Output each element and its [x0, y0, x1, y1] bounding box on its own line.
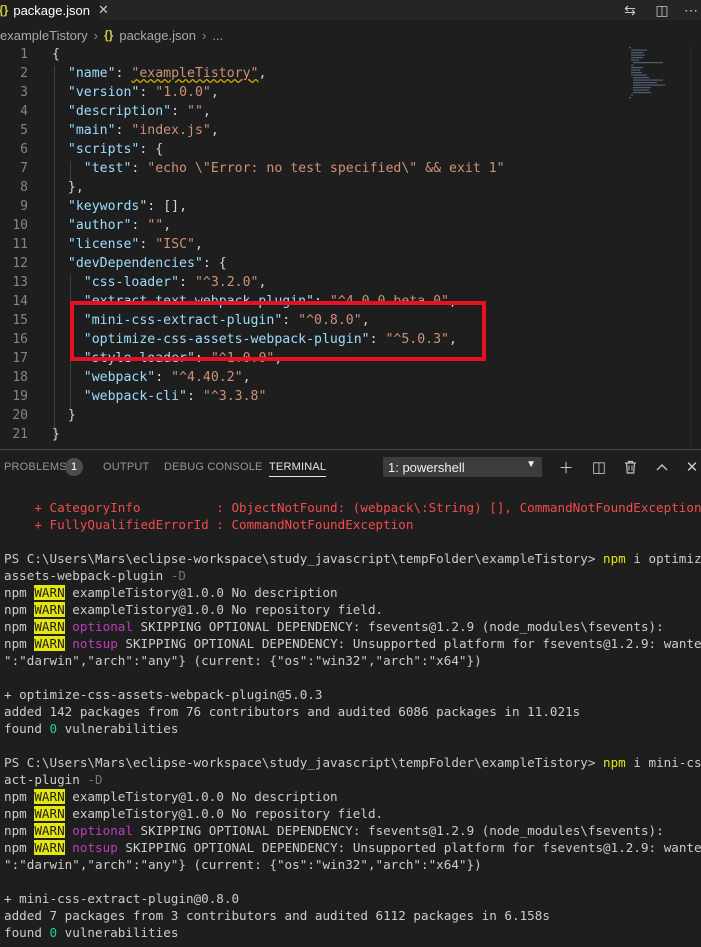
- new-terminal-icon[interactable]: ＋: [556, 457, 576, 477]
- code-line: "webpack": "^4.40.2",: [83, 370, 251, 385]
- close-panel-icon[interactable]: ✕: [682, 457, 701, 477]
- panel-header: PROBLEMS 1 OUTPUT DEBUG CONSOLE TERMINAL…: [0, 450, 701, 484]
- code-editor[interactable]: 1 2 3 4 5 6 7 8 9 10 11 12 13 14 15 16 17 18 19 20 21 { "nam…: [0, 46, 701, 449]
- terminal-line: npm WARN exampleTistory@1.0.0 No descrip…: [4, 789, 338, 804]
- code-line: }: [52, 427, 60, 442]
- code-line: "test": "echo \"Error: no test specified…: [83, 161, 505, 176]
- terminal-line: npm WARN optional SKIPPING OPTIONAL DEPE…: [4, 823, 664, 838]
- terminal-line: npm WARN notsup SKIPPING OPTIONAL DEPEND…: [4, 636, 701, 651]
- terminal-line: npm WARN exampleTistory@1.0.0 No reposit…: [4, 806, 384, 821]
- json-braces-icon: {}: [0, 3, 9, 17]
- line-number: 15: [12, 313, 28, 328]
- terminal-line: assets-webpack-plugin -D: [4, 568, 186, 583]
- terminal-line: ":"darwin","arch":"any"} (current: {"os"…: [4, 653, 482, 668]
- line-number: 3: [20, 85, 28, 100]
- json-braces-icon: {}: [104, 28, 114, 42]
- minimap[interactable]: [627, 46, 687, 106]
- code-line: },: [67, 180, 84, 195]
- code-line: "version": "1.0.0",: [67, 85, 219, 100]
- problems-count-badge: 1: [65, 458, 83, 476]
- terminal-line: + optimize-css-assets-webpack-plugin@5.0…: [4, 687, 323, 702]
- split-editor-icon[interactable]: ◫: [651, 0, 673, 20]
- line-number: 7: [20, 161, 28, 176]
- trash-icon[interactable]: [620, 457, 640, 477]
- line-number: 11: [12, 237, 28, 252]
- terminal-line: PS C:\Users\Mars\eclipse-workspace\study…: [4, 551, 701, 566]
- line-number: 12: [12, 256, 28, 271]
- line-number: 8: [20, 180, 28, 195]
- terminal-line: + CategoryInfo : ObjectNotFound: (webpac…: [4, 500, 701, 515]
- chevron-right-icon: ›: [201, 27, 207, 43]
- open-changes-icon[interactable]: ⇆: [619, 0, 641, 20]
- line-number: 13: [12, 275, 28, 290]
- line-number: 1: [20, 47, 28, 62]
- tab-problems[interactable]: PROBLEMS: [4, 461, 67, 473]
- code-line: "name": "exampleTistory",: [67, 66, 267, 81]
- line-number: 2: [20, 66, 28, 81]
- code-line: "author": "",: [67, 218, 172, 233]
- breadcrumb-file[interactable]: package.json: [119, 28, 196, 43]
- terminal-line: + mini-css-extract-plugin@0.8.0: [4, 891, 240, 906]
- terminal-select-value: 1: powershell: [388, 459, 465, 475]
- terminal-line: npm WARN exampleTistory@1.0.0 No reposit…: [4, 602, 384, 617]
- terminal-line: added 142 packages from 76 contributors …: [4, 704, 581, 719]
- terminal-line: act-plugin -D: [4, 772, 103, 787]
- terminal-line: found 0 vulnerabilities: [4, 721, 179, 736]
- line-number: 6: [20, 142, 28, 157]
- tab-debug-console[interactable]: DEBUG CONSOLE: [164, 461, 263, 473]
- line-number: 19: [12, 389, 28, 404]
- line-number: 4: [20, 104, 28, 119]
- terminal-output[interactable]: + CategoryInfo : ObjectNotFound: (webpac…: [0, 484, 701, 947]
- split-terminal-icon[interactable]: ◫: [589, 457, 609, 477]
- tab-output[interactable]: OUTPUT: [103, 461, 149, 473]
- terminal-line: added 7 packages from 3 contributors and…: [4, 908, 550, 923]
- line-number: 21: [12, 427, 28, 442]
- line-number: 5: [20, 123, 28, 138]
- terminal-line: + FullyQualifiedErrorId : CommandNotFoun…: [4, 517, 414, 532]
- code-line: {: [52, 47, 60, 62]
- line-number: 14: [12, 294, 28, 309]
- terminal-line: npm WARN notsup SKIPPING OPTIONAL DEPEND…: [4, 840, 701, 855]
- dropdown-arrow-icon: ▼: [526, 459, 536, 470]
- code-line: "description": "",: [67, 104, 211, 119]
- line-number: 16: [12, 332, 28, 347]
- terminal-line: npm WARN optional SKIPPING OPTIONAL DEPE…: [4, 619, 664, 634]
- tab-terminal[interactable]: TERMINAL: [269, 461, 327, 477]
- line-number: 10: [12, 218, 28, 233]
- close-icon[interactable]: ✕: [98, 2, 109, 18]
- breadcrumb: exampleTistory › {} package.json › ...: [0, 24, 223, 46]
- code-line: "license": "ISC",: [67, 237, 203, 252]
- code-line: "main": "index.js",: [67, 123, 219, 138]
- breadcrumb-folder[interactable]: exampleTistory: [0, 28, 88, 43]
- terminal-line: npm WARN exampleTistory@1.0.0 No descrip…: [4, 585, 338, 600]
- terminal-line: PS C:\Users\Mars\eclipse-workspace\study…: [4, 755, 701, 770]
- code-line: "webpack-cli": "^3.3.8": [83, 389, 267, 404]
- code-line: }: [67, 408, 76, 423]
- code-line: "scripts": {: [67, 142, 164, 157]
- tab-package-json[interactable]: {} package.json ✕: [0, 0, 109, 20]
- line-number: 20: [12, 408, 28, 423]
- code-line: "css-loader": "^3.2.0",: [83, 275, 267, 290]
- tab-title: package.json: [13, 2, 90, 18]
- terminal-line: ":"darwin","arch":"any"} (current: {"os"…: [4, 857, 482, 872]
- terminal-line: found 0 vulnerabilities: [4, 925, 179, 940]
- line-number: 9: [20, 199, 28, 214]
- line-number: 18: [12, 370, 28, 385]
- breadcrumb-more[interactable]: ...: [212, 28, 223, 43]
- code-line: "devDependencies": {: [67, 256, 227, 271]
- code-line: "keywords": [],: [67, 199, 188, 214]
- line-number: 17: [12, 351, 28, 366]
- more-actions-icon[interactable]: ⋯: [680, 0, 701, 20]
- editor-scrollbar[interactable]: [690, 46, 701, 449]
- chevron-right-icon: ›: [93, 27, 98, 43]
- maximize-panel-icon[interactable]: [652, 457, 672, 477]
- terminal-select[interactable]: 1: powershell ▼: [383, 457, 542, 477]
- red-highlight-box: [70, 301, 486, 361]
- editor-tab-bar: {} package.json ✕ ⇆ ◫ ⋯: [0, 0, 701, 20]
